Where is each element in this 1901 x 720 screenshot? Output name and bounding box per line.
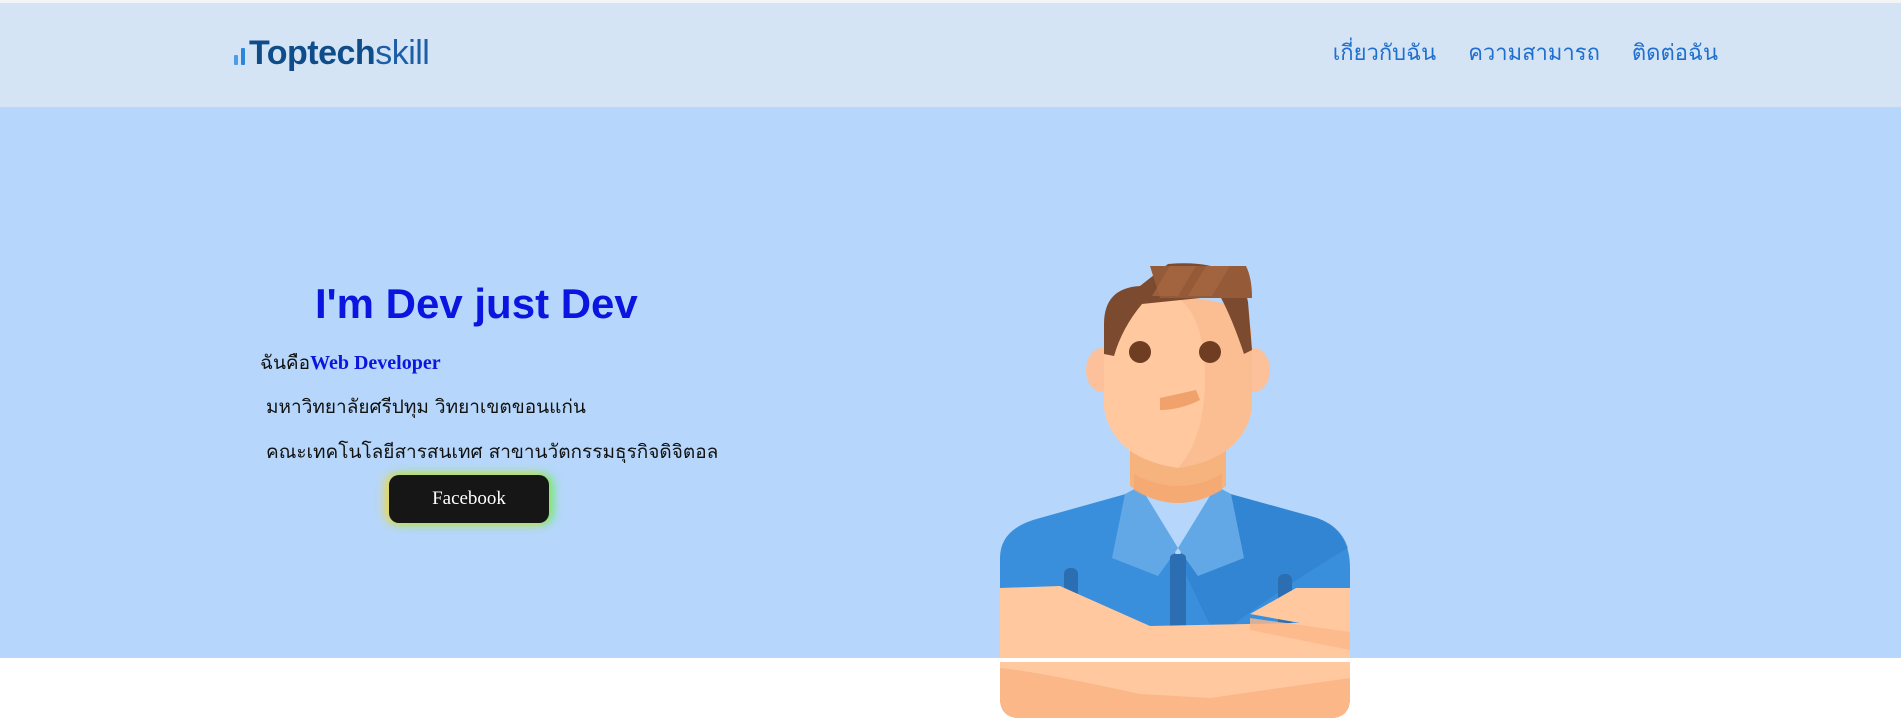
- main-nav: เกี่ยวกับฉัน ความสามารถ ติดต่อฉัน: [1333, 36, 1718, 72]
- facebook-button[interactable]: Facebook: [389, 475, 549, 523]
- hero-section: I'm Dev just Dev ฉันคือWeb Developer มหา…: [0, 108, 1901, 718]
- signal-bars-icon: [234, 48, 245, 65]
- hero-university: มหาวิทยาลัยศรีปทุม วิทยาเขตขอนแก่น: [266, 396, 586, 418]
- nav-link-contact[interactable]: ติดต่อฉัน: [1632, 36, 1718, 72]
- developer-avatar-icon: [1000, 263, 1350, 718]
- nav-link-about[interactable]: เกี่ยวกับฉัน: [1333, 36, 1436, 72]
- logo-text-light: skill: [375, 34, 430, 72]
- site-logo[interactable]: Toptechskill: [234, 33, 430, 73]
- page: Toptechskill เกี่ยวกับฉัน ความสามารถ ติด…: [0, 0, 1901, 718]
- logo-text-bold: Toptech: [249, 34, 376, 72]
- hero-faculty: คณะเทคโนโลยีสารสนเทศ สาขานวัตกรรมธุรกิจด…: [266, 441, 719, 463]
- hero-title: I'm Dev just Dev: [315, 280, 638, 327]
- hero-intro-role: Web Developer: [310, 352, 441, 374]
- hero-intro: ฉันคือWeb Developer: [260, 348, 441, 378]
- logo-text: Toptechskill: [249, 33, 430, 73]
- nav-link-skills[interactable]: ความสามารถ: [1468, 36, 1600, 72]
- bottom-border: [0, 658, 1901, 662]
- navbar: Toptechskill เกี่ยวกับฉัน ความสามารถ ติด…: [0, 3, 1901, 108]
- hero-intro-prefix: ฉันคือ: [260, 352, 311, 374]
